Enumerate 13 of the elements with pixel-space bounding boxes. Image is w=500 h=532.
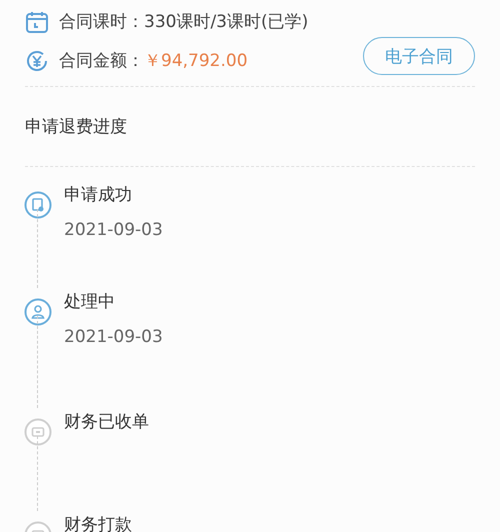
calendar-icon: [25, 10, 49, 34]
hours-label: 合同课时：: [59, 11, 144, 33]
section-title: 申请退费进度: [24, 116, 128, 139]
hours-value: 330课时/3课时(已学): [144, 11, 308, 33]
step-title: 处理中: [64, 291, 116, 313]
amount-value: ￥94,792.00: [144, 50, 248, 72]
step-title: 申请成功: [64, 184, 133, 206]
amount-label: 合同金额：: [59, 50, 144, 72]
contract-button[interactable]: 电子合同: [363, 37, 475, 75]
yen-icon: [25, 48, 49, 72]
step-title: 财务已收单: [64, 411, 149, 433]
step-date: 2021-09-03: [64, 220, 163, 240]
step-date: 2021-09-03: [64, 327, 163, 347]
